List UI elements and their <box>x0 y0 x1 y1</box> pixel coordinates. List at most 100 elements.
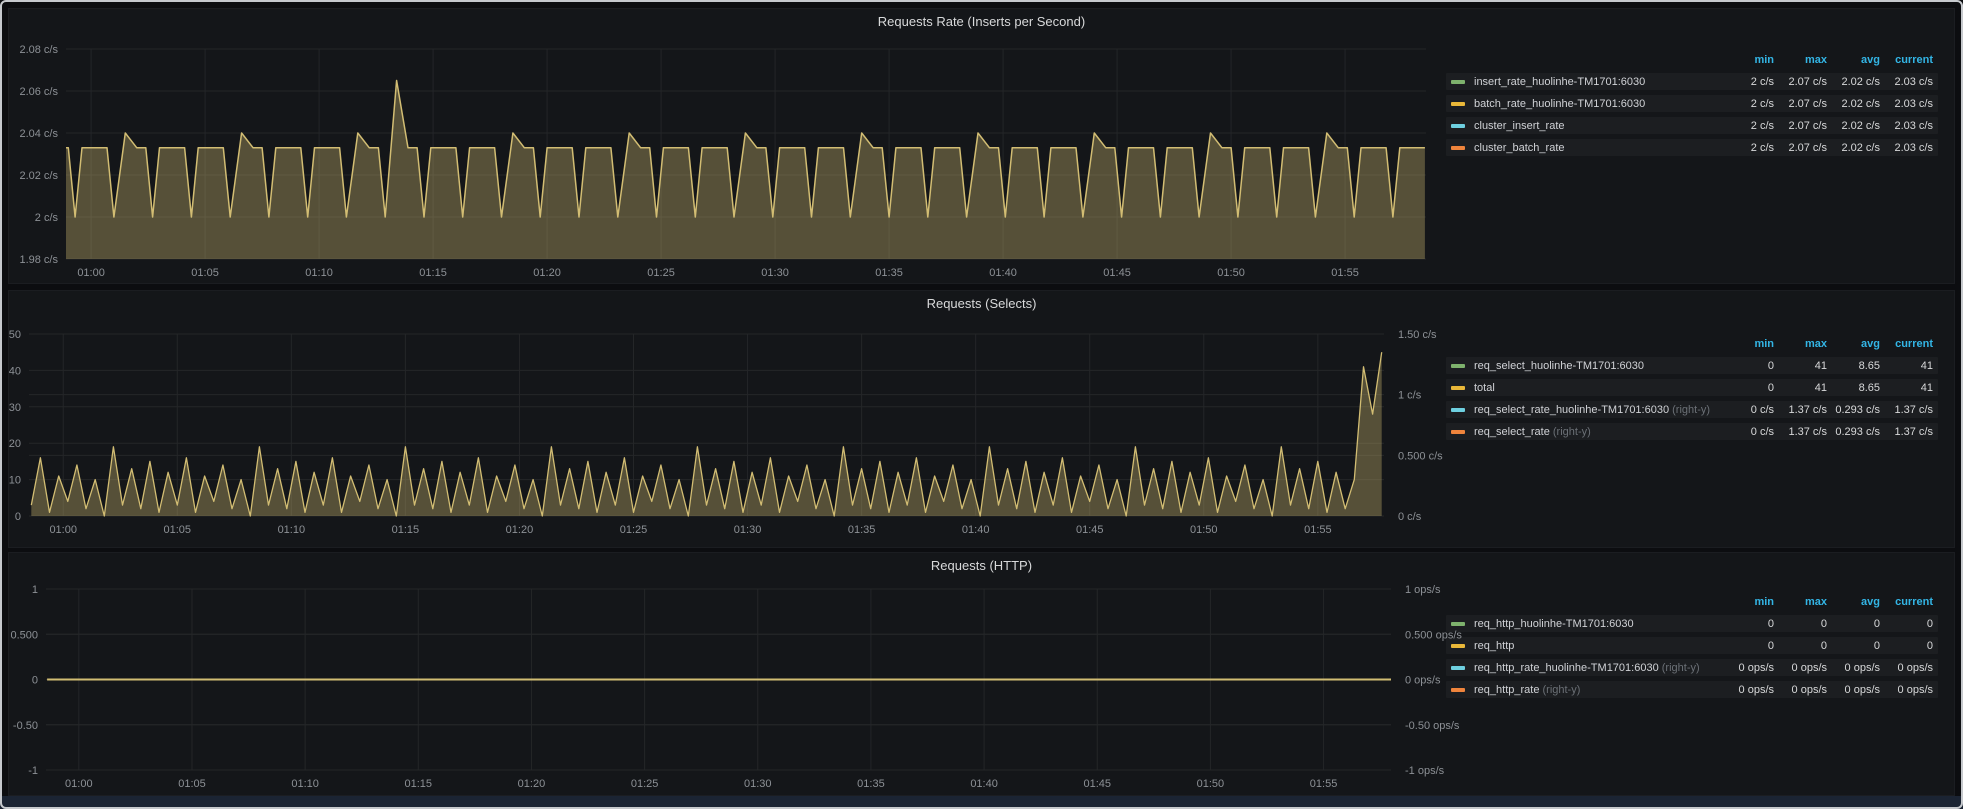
series-color-swatch <box>1451 364 1465 368</box>
x-tick-label: 01:40 <box>970 778 998 790</box>
legend-row[interactable]: req_http_rate (right-y)0 ops/s0 ops/s0 o… <box>1446 681 1938 698</box>
legend-stat-value: 0 ops/s <box>1721 684 1774 696</box>
legend-column-header[interactable]: max <box>1774 338 1827 350</box>
legend-stat-value: 2.03 c/s <box>1880 98 1933 110</box>
x-tick-label: 01:25 <box>647 267 675 279</box>
legend-series-name[interactable]: insert_rate_huolinhe-TM1701:6030 <box>1474 76 1721 88</box>
legend-header-row: minmaxavgcurrent <box>1446 335 1938 352</box>
legend-stat-value: 8.65 <box>1827 382 1880 394</box>
legend-row[interactable]: req_select_rate_huolinhe-TM1701:6030 (ri… <box>1446 401 1938 418</box>
legend-column-header[interactable]: min <box>1721 596 1774 608</box>
x-tick-label: 01:50 <box>1197 778 1225 790</box>
legend-row[interactable]: insert_rate_huolinhe-TM1701:60302 c/s2.0… <box>1446 73 1938 90</box>
legend-stat-value: 0.293 c/s <box>1827 426 1880 438</box>
y-tick-label: -1 <box>28 765 38 777</box>
y-tick-label: 1.98 c/s <box>19 254 58 266</box>
legend-row[interactable]: req_http_rate_huolinhe-TM1701:6030 (righ… <box>1446 659 1938 676</box>
y-tick-label: 2 c/s <box>35 212 59 224</box>
legend-stat-value: 0 <box>1721 382 1774 394</box>
legend-stat-value: 1.37 c/s <box>1774 404 1827 416</box>
x-tick-label: 01:00 <box>49 524 77 536</box>
legend-series-name[interactable]: cluster_batch_rate <box>1474 142 1721 154</box>
legend-series-name[interactable]: req_http <box>1474 640 1721 652</box>
legend-column-header[interactable]: current <box>1880 54 1933 66</box>
legend-column-header[interactable]: avg <box>1827 338 1880 350</box>
legend-stat-value: 0 <box>1774 640 1827 652</box>
legend-series-name[interactable]: total <box>1474 382 1721 394</box>
series-group <box>31 352 1381 516</box>
legend-column-header[interactable]: current <box>1880 338 1933 350</box>
legend-stat-value: 2.03 c/s <box>1880 76 1933 88</box>
legend-row[interactable]: batch_rate_huolinhe-TM1701:60302 c/s2.07… <box>1446 95 1938 112</box>
legend-stat-value: 0 ops/s <box>1827 684 1880 696</box>
legend-column-header[interactable]: max <box>1774 54 1827 66</box>
legend-row[interactable]: req_select_rate (right-y)0 c/s1.37 c/s0.… <box>1446 423 1938 440</box>
panel-title[interactable]: Requests Rate (Inserts per Second) <box>9 14 1954 29</box>
right-y-tick-label: 1 c/s <box>1398 390 1422 402</box>
right-y-suffix: (right-y) <box>1669 404 1710 416</box>
legend-column-header[interactable]: avg <box>1827 54 1880 66</box>
legend-column-header[interactable]: min <box>1721 338 1774 350</box>
panel-requests-rate-inserts: Requests Rate (Inserts per Second) 01:00… <box>8 8 1955 284</box>
x-tick-label: 01:55 <box>1310 778 1338 790</box>
panel-title[interactable]: Requests (Selects) <box>9 296 1954 311</box>
legend-series-name[interactable]: cluster_insert_rate <box>1474 120 1721 132</box>
legend-column-header[interactable]: max <box>1774 596 1827 608</box>
legend-row[interactable]: req_select_huolinhe-TM1701:60300418.6541 <box>1446 357 1938 374</box>
series-group <box>66 81 1425 260</box>
series-color-swatch <box>1451 146 1465 150</box>
y-tick-label: 0 <box>32 675 38 687</box>
legend-row[interactable]: req_http0000 <box>1446 637 1938 654</box>
grafana-dashboard: { "legend_columns": ["min", "max", "avg"… <box>0 0 1963 809</box>
legend-stat-value: 2.02 c/s <box>1827 76 1880 88</box>
y-tick-label: 50 <box>9 329 21 341</box>
legend-series-name[interactable]: req_http_rate (right-y) <box>1474 684 1721 696</box>
x-tick-label: 01:15 <box>405 778 433 790</box>
legend-series-name[interactable]: req_select_huolinhe-TM1701:6030 <box>1474 360 1721 372</box>
requests-rate-legend: minmaxavgcurrent insert_rate_huolinhe-TM1… <box>1446 51 1938 161</box>
legend-stat-value: 2.02 c/s <box>1827 142 1880 154</box>
legend-column-header[interactable]: avg <box>1827 596 1880 608</box>
x-tick-label: 01:45 <box>1076 524 1104 536</box>
legend-row[interactable]: req_http_huolinhe-TM1701:60300000 <box>1446 615 1938 632</box>
series-color-swatch <box>1451 622 1465 626</box>
y-tick-label: 2.04 c/s <box>19 128 58 140</box>
right-y-tick-label: 0 ops/s <box>1405 675 1441 687</box>
right-y-suffix: (right-y) <box>1659 662 1700 674</box>
legend-stat-value: 8.65 <box>1827 360 1880 372</box>
legend-stat-value: 0 <box>1721 618 1774 630</box>
y-tick-label: 10 <box>9 475 21 487</box>
series-color-swatch <box>1451 386 1465 390</box>
requests-selects-legend: minmaxavgcurrent req_select_huolinhe-TM17… <box>1446 335 1938 445</box>
legend-header-row: minmaxavgcurrent <box>1446 593 1938 610</box>
legend-column-header[interactable]: min <box>1721 54 1774 66</box>
panel-title[interactable]: Requests (HTTP) <box>9 558 1954 573</box>
legend-series-name[interactable]: batch_rate_huolinhe-TM1701:6030 <box>1474 98 1721 110</box>
legend-column-header[interactable]: current <box>1880 596 1933 608</box>
right-y-suffix: (right-y) <box>1550 426 1591 438</box>
legend-stat-value: 2.03 c/s <box>1880 142 1933 154</box>
legend-row[interactable]: total0418.6541 <box>1446 379 1938 396</box>
legend-series-name[interactable]: req_select_rate_huolinhe-TM1701:6030 (ri… <box>1474 404 1721 416</box>
x-tick-label: 01:40 <box>989 267 1017 279</box>
legend-series-name[interactable]: req_http_rate_huolinhe-TM1701:6030 (righ… <box>1474 662 1721 674</box>
legend-stat-value: 41 <box>1774 382 1827 394</box>
legend-series-name[interactable]: req_http_huolinhe-TM1701:6030 <box>1474 618 1721 630</box>
legend-stat-value: 0 <box>1721 360 1774 372</box>
legend-stat-value: 0 <box>1880 640 1933 652</box>
series-color-swatch <box>1451 124 1465 128</box>
legend-row[interactable]: cluster_insert_rate2 c/s2.07 c/s2.02 c/s… <box>1446 117 1938 134</box>
series-color-swatch <box>1451 644 1465 648</box>
legend-stat-value: 2.02 c/s <box>1827 120 1880 132</box>
legend-stat-value: 0.293 c/s <box>1827 404 1880 416</box>
legend-series-name[interactable]: req_select_rate (right-y) <box>1474 426 1721 438</box>
x-tick-label: 01:10 <box>291 778 319 790</box>
x-tick-label: 01:35 <box>875 267 903 279</box>
right-y-tick-label: -1 ops/s <box>1405 765 1445 777</box>
legend-row[interactable]: cluster_batch_rate2 c/s2.07 c/s2.02 c/s2… <box>1446 139 1938 156</box>
right-y-tick-label: 1 ops/s <box>1405 584 1441 596</box>
y-tick-label: 2.02 c/s <box>19 170 58 182</box>
x-tick-label: 01:20 <box>518 778 546 790</box>
legend-stat-value: 0 <box>1774 618 1827 630</box>
legend-stat-value: 2 c/s <box>1721 120 1774 132</box>
